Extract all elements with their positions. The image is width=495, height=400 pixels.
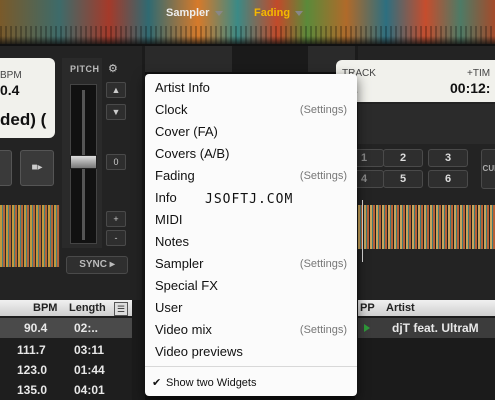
- menu-item-cover-fa[interactable]: Cover (FA): [145, 121, 357, 143]
- time-value: 00:12:: [450, 80, 491, 96]
- right-waveform[interactable]: [358, 205, 495, 249]
- left-play-button[interactable]: ■▸: [20, 150, 54, 186]
- menu-item-label: Covers (A/B): [155, 146, 230, 161]
- sync-button[interactable]: SYNC ▸: [66, 256, 128, 274]
- menu-item-label: Video mix: [155, 322, 212, 337]
- library-header-right: PP Artist: [358, 300, 495, 316]
- pitch-minus-button[interactable]: -: [106, 230, 126, 246]
- menu-item-label: Notes: [155, 234, 189, 249]
- menu-item-label: User: [155, 300, 183, 315]
- menu-item-notes[interactable]: Notes: [145, 231, 357, 253]
- menu-item-show-two-widgets[interactable]: Show two Widgets: [166, 377, 256, 389]
- column-options-icon[interactable]: ☰: [114, 302, 128, 316]
- row-length: 03:11: [74, 343, 105, 357]
- sampler-pad-5[interactable]: 5: [383, 170, 423, 188]
- menu-item-label: Clock: [155, 102, 188, 117]
- watermark-text: JSOFTJ.COM: [205, 192, 294, 207]
- tab-fading-background: [232, 46, 308, 72]
- tab-fading[interactable]: Fading: [254, 7, 290, 19]
- row-bpm: 111.7: [17, 343, 46, 357]
- cue-side-button[interactable]: CUE: [481, 149, 495, 189]
- row-length: 02:..: [74, 321, 99, 335]
- menu-item-label: Video previews: [155, 344, 243, 359]
- table-row[interactable]: 123.0 01:44: [0, 360, 132, 380]
- menu-item-label: Artist Info: [155, 80, 210, 95]
- chevron-down-icon[interactable]: [295, 11, 303, 16]
- row-length: 01:44: [74, 363, 105, 377]
- table-row[interactable]: 135.0 04:01: [0, 380, 132, 400]
- sampler-pad-3[interactable]: 3: [428, 149, 468, 167]
- menu-item-hint: (Settings): [299, 258, 347, 270]
- left-transport-button[interactable]: [0, 150, 12, 186]
- pitch-plus-button[interactable]: +: [106, 211, 126, 227]
- row-artist: djT feat. UltraM: [392, 321, 479, 335]
- left-bpm-value: 0.4: [0, 82, 20, 98]
- column-bpm[interactable]: BPM: [33, 302, 57, 314]
- table-row[interactable]: 90.4 02:..: [0, 318, 132, 338]
- playing-indicator-icon: [364, 324, 370, 332]
- chevron-down-icon[interactable]: [215, 11, 223, 16]
- menu-item-midi[interactable]: MIDI: [145, 209, 357, 231]
- pitch-down-button[interactable]: ▼: [106, 104, 126, 120]
- menu-item-user[interactable]: User: [145, 297, 357, 319]
- menu-item-label: Fading: [155, 168, 195, 183]
- column-pp[interactable]: PP: [360, 302, 375, 314]
- menu-item-label: Sampler: [155, 256, 204, 271]
- row-bpm: 123.0: [17, 363, 48, 377]
- menu-item-label: Special FX: [155, 278, 218, 293]
- row-bpm: 135.0: [17, 383, 48, 397]
- library-header-left: BPM Length: [0, 300, 132, 316]
- gear-icon[interactable]: ⚙: [108, 62, 118, 75]
- left-bpm-label: BPM: [0, 70, 22, 81]
- menu-item-fading[interactable]: Fading (Settings): [145, 165, 357, 187]
- pitch-value: 0: [106, 154, 126, 170]
- widget-dropdown-menu: ✔ Show two Widgets Artist Info Clock (Sett…: [145, 74, 357, 396]
- table-row[interactable]: 111.7 03:11: [0, 340, 132, 360]
- menu-item-hint: (Settings): [299, 104, 347, 116]
- tab-sampler[interactable]: Sampler: [166, 7, 209, 19]
- playhead-line: [362, 200, 363, 262]
- pitch-up-button[interactable]: ▲: [106, 82, 126, 98]
- column-length[interactable]: Length: [69, 302, 106, 314]
- overview-shadow: [0, 36, 495, 46]
- row-bpm: 90.4: [24, 321, 48, 335]
- pitch-label: PITCH: [70, 64, 100, 74]
- pitch-fader-handle[interactable]: [70, 155, 97, 169]
- checkmark-icon: ✔: [152, 377, 162, 389]
- menu-separator: [145, 366, 357, 367]
- menu-item-clock[interactable]: Clock (Settings): [145, 99, 357, 121]
- menu-item-covers-a-b[interactable]: Covers (A/B): [145, 143, 357, 165]
- left-track-title: ded) (: [0, 110, 47, 129]
- menu-item-label: Cover (FA): [155, 124, 218, 139]
- menu-item-video-previews[interactable]: Video previews: [145, 341, 357, 363]
- right-deck-display: TRACK 01 +TIM 00:12:: [336, 60, 495, 102]
- menu-item-hint: (Settings): [299, 170, 347, 182]
- row-length: 04:01: [74, 383, 105, 397]
- column-artist[interactable]: Artist: [386, 302, 415, 314]
- menu-item-label: Info: [155, 190, 177, 205]
- sampler-pad-2[interactable]: 2: [383, 149, 423, 167]
- menu-item-video-mix[interactable]: Video mix (Settings): [145, 319, 357, 341]
- menu-item-sampler[interactable]: Sampler (Settings): [145, 253, 357, 275]
- right-deck-strip: [358, 104, 495, 144]
- sampler-pad-6[interactable]: 6: [428, 170, 468, 188]
- table-row[interactable]: djT feat. UltraM: [358, 318, 495, 338]
- menu-item-label: MIDI: [155, 212, 183, 227]
- left-waveform[interactable]: [0, 205, 60, 267]
- menu-item-special-fx[interactable]: Special FX: [145, 275, 357, 297]
- time-label: +TIM: [467, 68, 491, 79]
- menu-item-artist-info[interactable]: Artist Info: [145, 77, 357, 99]
- menu-item-hint: (Settings): [299, 324, 347, 336]
